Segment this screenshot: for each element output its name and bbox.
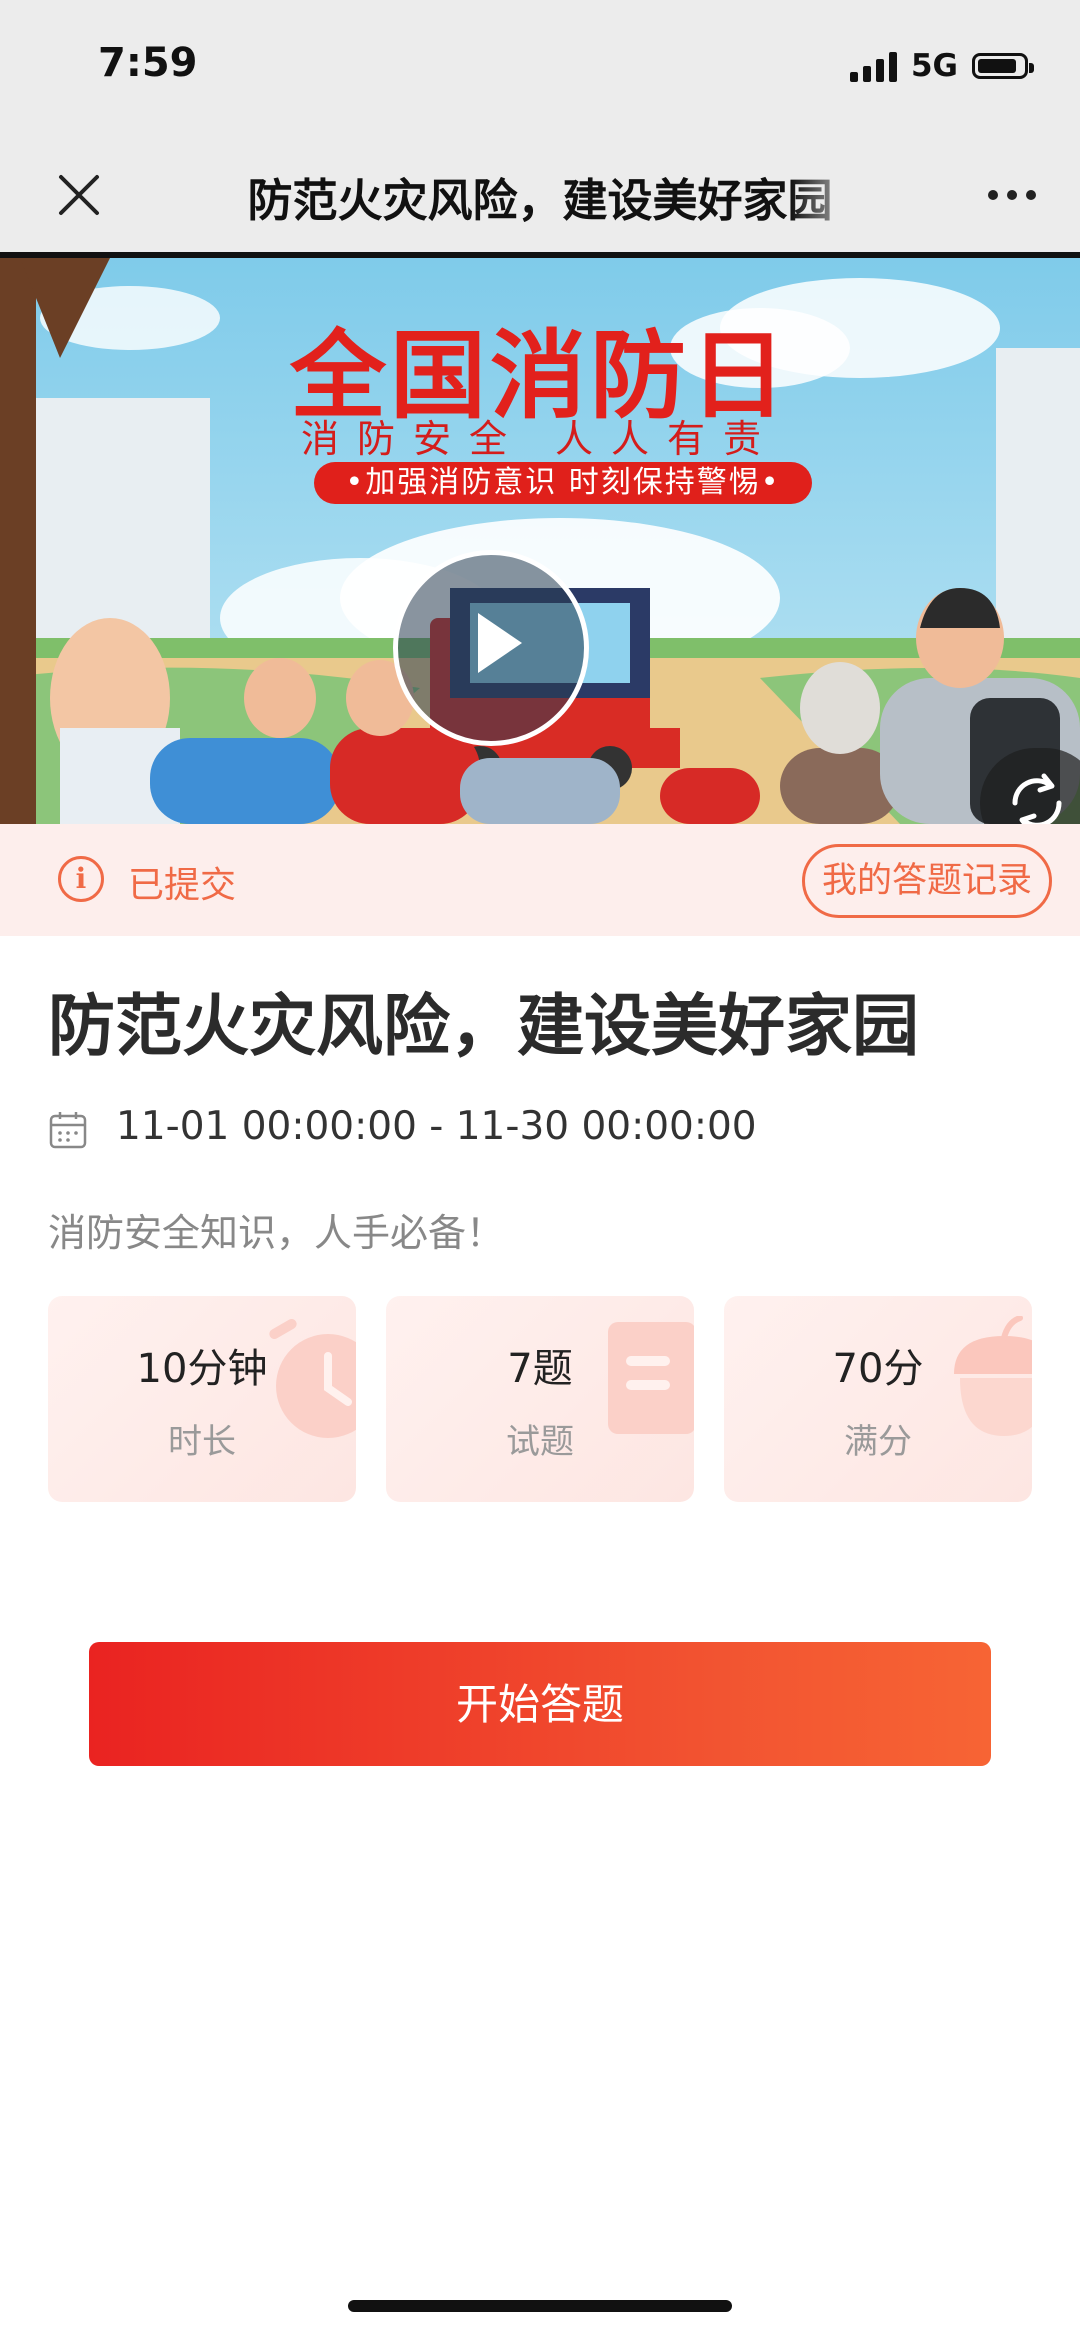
- more-options-icon[interactable]: [972, 160, 1052, 230]
- nav-bar: 防范火灾风险，建设美好家园: [0, 140, 1080, 258]
- close-icon[interactable]: [44, 160, 114, 230]
- stat-value: 70分: [832, 1346, 924, 1392]
- rotate-button[interactable]: [980, 748, 1080, 824]
- signal-icon: [849, 50, 897, 82]
- calendar-icon: [49, 1112, 87, 1149]
- stat-label: 时长: [168, 1422, 236, 1462]
- stat-label: 满分: [844, 1422, 912, 1462]
- status-indicators: 5G: [849, 46, 1034, 86]
- banner-slogan: 消防安全 人人有责: [300, 417, 780, 461]
- network-type: 5G: [910, 48, 958, 84]
- date-range: 11-01 00:00:00 - 11-30 00:00:00: [116, 1104, 757, 1149]
- answer-record-button[interactable]: 我的答题记录: [802, 844, 1052, 918]
- banner-pill: •加强消防意识 时刻保持警惕•: [314, 462, 812, 504]
- status-time: 7:59: [98, 40, 198, 86]
- stat-label: 试题: [506, 1422, 574, 1462]
- stat-value: 7题: [507, 1346, 573, 1392]
- quiz-subtitle: 消防安全知识，人手必备！: [48, 1211, 505, 1255]
- play-icon[interactable]: [393, 550, 589, 746]
- stat-card-full-score: 70分 满分: [724, 1296, 1032, 1502]
- stat-card-duration: 10分钟 时长: [48, 1296, 356, 1502]
- page-title: 防范火灾风险，建设美好家园: [48, 987, 919, 1065]
- rotate-icon: [1012, 773, 1062, 824]
- start-quiz-button[interactable]: 开始答题: [89, 1642, 991, 1766]
- battery-icon: [972, 53, 1034, 79]
- submission-status: 已提交: [128, 865, 237, 906]
- video-banner[interactable]: 全国消防日 消防安全 人人有责 •加强消防意识 时刻保持警惕•: [0, 258, 1080, 824]
- status-bar: 7:59 5G: [0, 0, 1080, 140]
- info-icon: i: [58, 856, 104, 902]
- nav-title: 防范火灾风险，建设美好家园: [247, 174, 833, 227]
- stat-card-questions: 7题 试题: [386, 1296, 694, 1502]
- stat-value: 10分钟: [136, 1346, 268, 1392]
- home-indicator[interactable]: [348, 2300, 732, 2312]
